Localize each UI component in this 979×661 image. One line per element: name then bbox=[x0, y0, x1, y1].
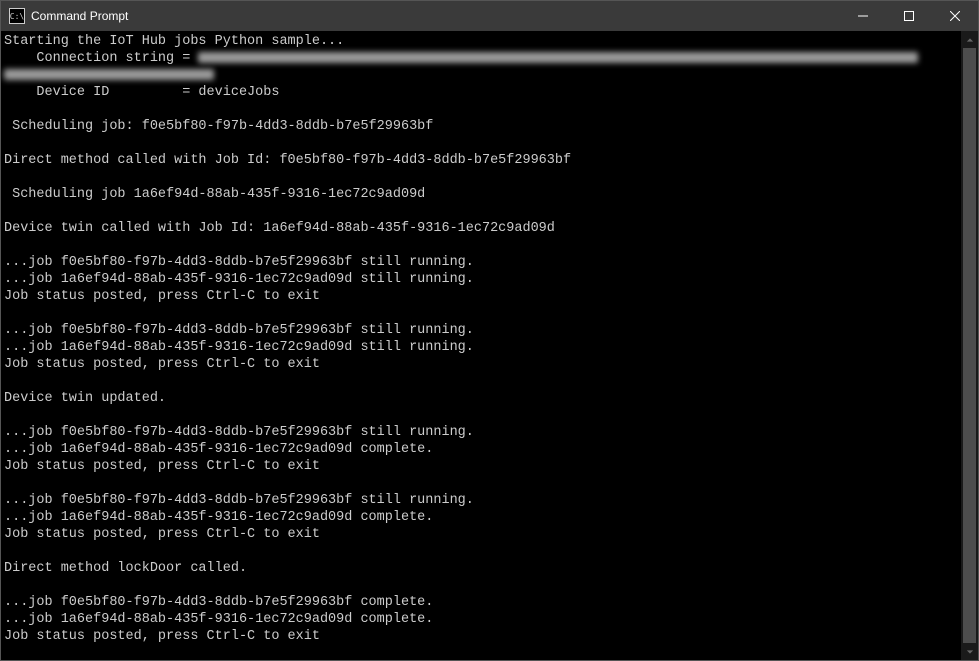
console-line: Direct method lockDoor called. bbox=[4, 560, 958, 577]
console-line bbox=[4, 577, 958, 594]
console-line: Device ID = deviceJobs bbox=[4, 84, 958, 101]
console-line bbox=[4, 475, 958, 492]
console-line bbox=[4, 135, 958, 152]
minimize-button[interactable] bbox=[840, 1, 886, 31]
console-line bbox=[4, 543, 958, 560]
console-line bbox=[4, 373, 958, 390]
chevron-down-icon bbox=[966, 648, 974, 656]
console-line: ...job f0e5bf80-f97b-4dd3-8ddb-b7e5f2996… bbox=[4, 322, 958, 339]
window-title: Command Prompt bbox=[31, 9, 128, 23]
maximize-button[interactable] bbox=[886, 1, 932, 31]
console-line: Scheduling job: f0e5bf80-f97b-4dd3-8ddb-… bbox=[4, 118, 958, 135]
console-line: ...job 1a6ef94d-88ab-435f-9316-1ec72c9ad… bbox=[4, 441, 958, 458]
console-line: Device twin called with Job Id: 1a6ef94d… bbox=[4, 220, 958, 237]
console-line: ...job 1a6ef94d-88ab-435f-9316-1ec72c9ad… bbox=[4, 339, 958, 356]
console-line: Job status posted, press Ctrl-C to exit bbox=[4, 356, 958, 373]
console-line: Scheduling job 1a6ef94d-88ab-435f-9316-1… bbox=[4, 186, 958, 203]
console-line: Job status posted, press Ctrl-C to exit bbox=[4, 458, 958, 475]
console-line bbox=[4, 101, 958, 118]
console-line: Job status posted, press Ctrl-C to exit bbox=[4, 288, 958, 305]
console-line: ...job 1a6ef94d-88ab-435f-9316-1ec72c9ad… bbox=[4, 611, 958, 628]
chevron-up-icon bbox=[966, 36, 974, 44]
window-titlebar[interactable]: C:\ Command Prompt bbox=[1, 1, 978, 31]
close-icon bbox=[950, 11, 960, 21]
console-line bbox=[4, 645, 958, 660]
redacted-text bbox=[4, 69, 214, 80]
console-line bbox=[4, 407, 958, 424]
console-line: ...job f0e5bf80-f97b-4dd3-8ddb-b7e5f2996… bbox=[4, 492, 958, 509]
console-line bbox=[4, 169, 958, 186]
scrollbar-track[interactable] bbox=[961, 48, 978, 643]
maximize-icon bbox=[904, 11, 914, 21]
scroll-down-button[interactable] bbox=[961, 643, 978, 660]
console-line: Device twin updated. bbox=[4, 390, 958, 407]
redacted-text bbox=[198, 52, 918, 63]
console-line: ...job 1a6ef94d-88ab-435f-9316-1ec72c9ad… bbox=[4, 271, 958, 288]
console-line: Starting the IoT Hub jobs Python sample.… bbox=[4, 33, 958, 50]
console-line bbox=[4, 237, 958, 254]
console-area: Starting the IoT Hub jobs Python sample.… bbox=[1, 31, 978, 660]
window-controls bbox=[840, 1, 978, 31]
console-line bbox=[4, 305, 958, 322]
console-line: Job status posted, press Ctrl-C to exit bbox=[4, 526, 958, 543]
console-line bbox=[4, 67, 958, 84]
console-line: ...job f0e5bf80-f97b-4dd3-8ddb-b7e5f2996… bbox=[4, 254, 958, 271]
console-line: ...job f0e5bf80-f97b-4dd3-8ddb-b7e5f2996… bbox=[4, 424, 958, 441]
scroll-up-button[interactable] bbox=[961, 31, 978, 48]
close-button[interactable] bbox=[932, 1, 978, 31]
minimize-icon bbox=[858, 11, 868, 21]
console-line bbox=[4, 203, 958, 220]
scrollbar-thumb[interactable] bbox=[963, 48, 976, 643]
console-output[interactable]: Starting the IoT Hub jobs Python sample.… bbox=[1, 31, 961, 660]
console-line: ...job 1a6ef94d-88ab-435f-9316-1ec72c9ad… bbox=[4, 509, 958, 526]
console-line: Direct method called with Job Id: f0e5bf… bbox=[4, 152, 958, 169]
app-icon: C:\ bbox=[9, 8, 25, 24]
vertical-scrollbar[interactable] bbox=[961, 31, 978, 660]
console-line: ...job f0e5bf80-f97b-4dd3-8ddb-b7e5f2996… bbox=[4, 594, 958, 611]
console-line: Job status posted, press Ctrl-C to exit bbox=[4, 628, 958, 645]
console-line: Connection string = bbox=[4, 50, 958, 67]
